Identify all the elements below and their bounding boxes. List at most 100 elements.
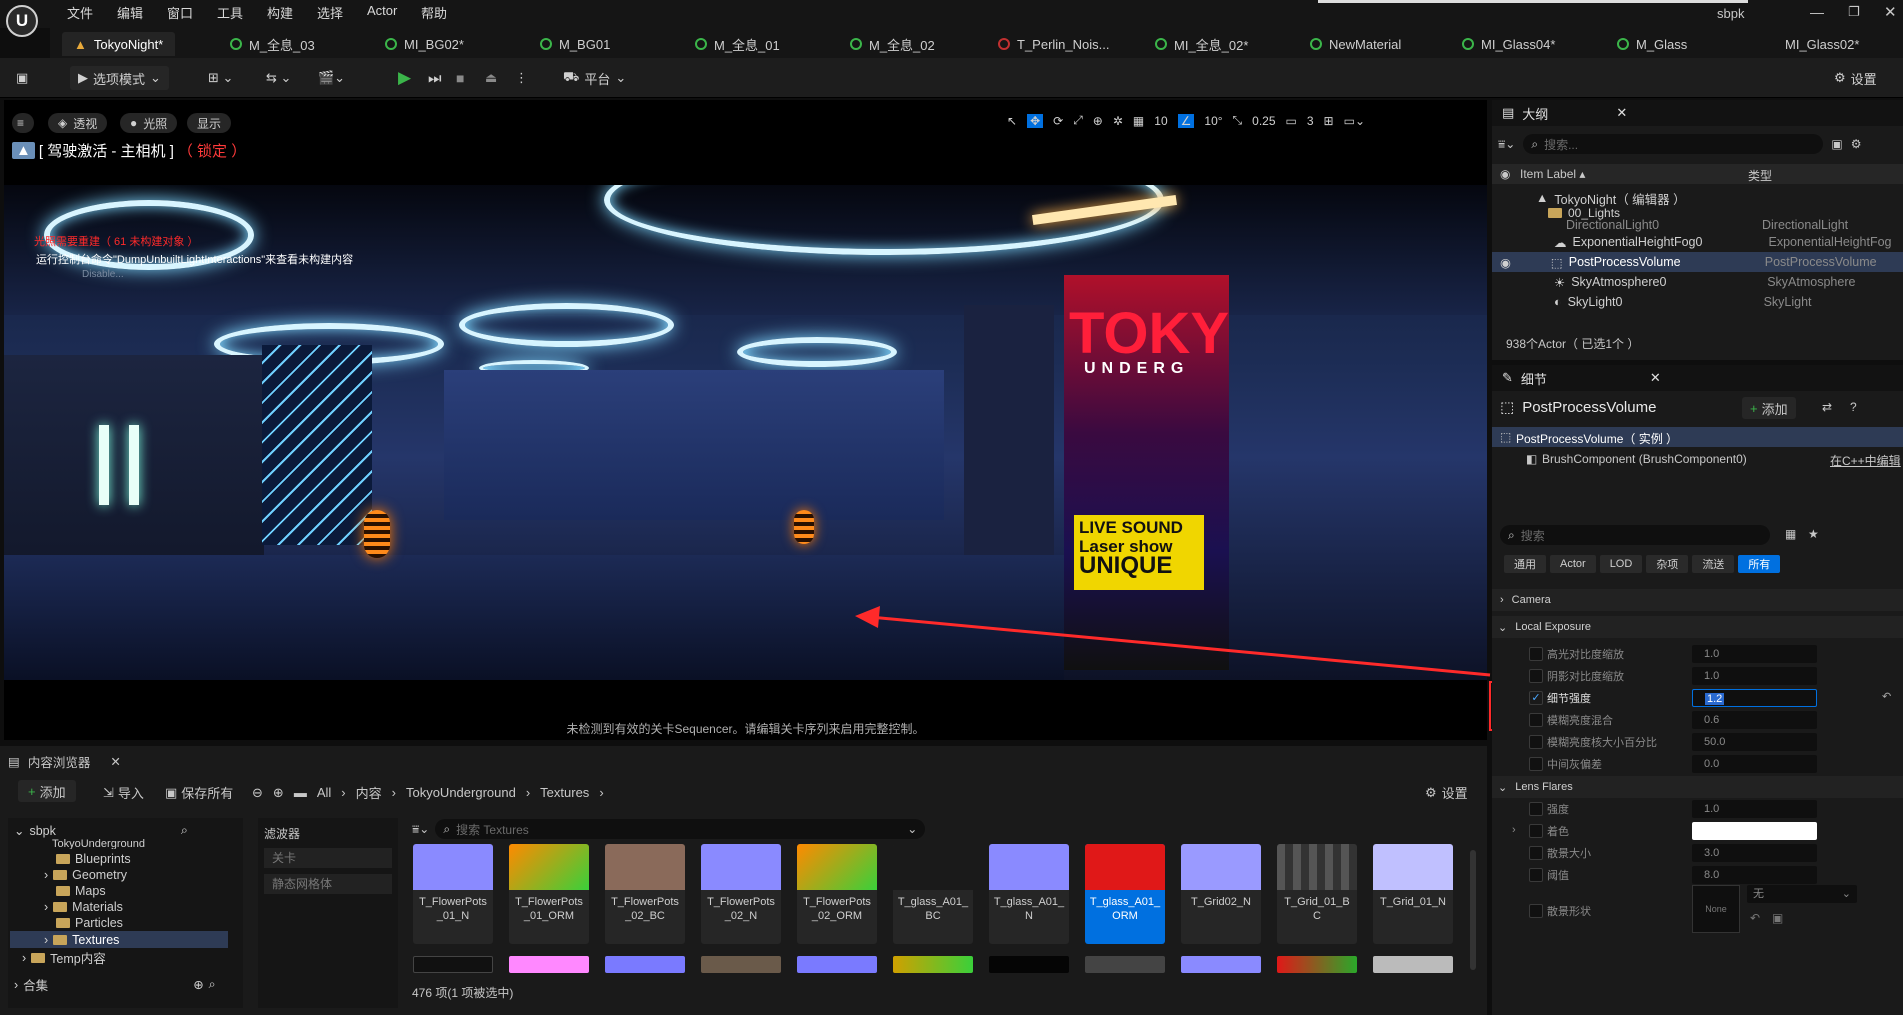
grid-value[interactable]: 10 bbox=[1154, 114, 1167, 128]
filter-tab-actor[interactable]: Actor bbox=[1550, 555, 1596, 573]
tab-material[interactable]: MI_BG02* bbox=[385, 32, 464, 56]
move-tool-icon[interactable]: ✥ bbox=[1027, 113, 1044, 128]
asset-tile[interactable] bbox=[605, 956, 685, 973]
asset-tile[interactable] bbox=[797, 956, 877, 973]
filter-tab-lod[interactable]: LOD bbox=[1599, 555, 1643, 573]
unreal-logo-icon[interactable]: U bbox=[6, 5, 38, 37]
back-icon[interactable]: ⊖ bbox=[252, 785, 263, 801]
chevron-right-icon[interactable]: › bbox=[1512, 824, 1516, 836]
scale-value[interactable]: 0.25 bbox=[1252, 114, 1275, 128]
menu-window[interactable]: 窗口 bbox=[167, 3, 193, 22]
asset-tile[interactable] bbox=[413, 956, 493, 973]
filter-tab-all[interactable]: 所有 bbox=[1738, 555, 1781, 573]
tab-material[interactable]: MI_Glass04* bbox=[1462, 32, 1555, 56]
override-checkbox[interactable] bbox=[1529, 735, 1543, 749]
hamburger-icon[interactable]: ≡ bbox=[12, 113, 34, 133]
tree-item[interactable]: TokyoUnderground bbox=[52, 839, 145, 849]
grid-snap-icon[interactable]: ▦ bbox=[1133, 114, 1144, 128]
camera-pilot-icon[interactable]: ▲ bbox=[12, 142, 35, 159]
settings-button[interactable]: ⚙ 设置 bbox=[1834, 66, 1877, 90]
override-checkbox[interactable] bbox=[1529, 713, 1543, 727]
asset-tile[interactable]: T_FlowerPots_02_N bbox=[701, 844, 781, 944]
asset-tile-selected[interactable]: T_glass_A01_ORM bbox=[1085, 844, 1165, 944]
asset-tile[interactable]: T_glass_A01_BC bbox=[893, 844, 973, 944]
minimize-icon[interactable]: — bbox=[1810, 4, 1824, 20]
camera-speed-icon[interactable]: ▭ bbox=[1286, 114, 1297, 128]
override-checkbox[interactable] bbox=[1529, 846, 1543, 860]
help-icon[interactable]: ? bbox=[1850, 400, 1857, 414]
asset-tile[interactable] bbox=[509, 956, 589, 973]
close-icon[interactable]: ✕ bbox=[1884, 3, 1897, 21]
reset-icon[interactable]: ↶ bbox=[1882, 690, 1891, 703]
angle-value[interactable]: 10° bbox=[1204, 114, 1222, 128]
property-value-input[interactable]: 1.2 bbox=[1692, 689, 1817, 707]
filter-icon[interactable]: ⩸⌄ bbox=[1498, 137, 1515, 152]
column-item-label[interactable]: Item Label ▴ bbox=[1520, 167, 1585, 181]
tab-material[interactable]: MI_Glass02* bbox=[1785, 32, 1859, 56]
add-folder-icon[interactable]: ▣ bbox=[1831, 137, 1842, 151]
asset-tile[interactable]: T_FlowerPots_02_BC bbox=[605, 844, 685, 944]
property-value[interactable]: 1.0 bbox=[1692, 667, 1817, 685]
property-value[interactable]: 0.6 bbox=[1692, 711, 1817, 729]
override-checkbox[interactable] bbox=[1529, 669, 1543, 683]
snap-surface-icon[interactable]: ✲ bbox=[1113, 114, 1123, 128]
stop-icon[interactable]: ■ bbox=[456, 66, 464, 90]
property-value[interactable]: 1.0 bbox=[1692, 645, 1817, 663]
outliner-root[interactable]: ▲ TokyoNight（ 编辑器 ） bbox=[1492, 188, 1903, 208]
gear-icon[interactable]: ⚙ bbox=[1851, 137, 1862, 151]
texture-dropdown[interactable]: 无 ⌄ bbox=[1747, 885, 1857, 903]
tab-material[interactable]: M_全息_01 bbox=[695, 32, 780, 56]
breadcrumb-item[interactable]: 内容 bbox=[356, 783, 382, 802]
asset-tile[interactable]: T_glass_A01_N bbox=[989, 844, 1069, 944]
tab-material[interactable]: MI_全息_02* bbox=[1155, 32, 1248, 56]
asset-tile[interactable] bbox=[1181, 956, 1261, 973]
grid-view-icon[interactable]: ▦ bbox=[1785, 527, 1796, 541]
asset-tile[interactable]: T_Grid_01_BC bbox=[1277, 844, 1357, 944]
search-icon[interactable]: ⌕ bbox=[209, 977, 216, 992]
maximize-viewport-icon[interactable]: ⊞ bbox=[1324, 114, 1334, 128]
filter-tab-misc[interactable]: 杂项 bbox=[1646, 555, 1689, 573]
property-value[interactable]: 8.0 bbox=[1692, 866, 1817, 884]
eject-icon[interactable]: ⏏ bbox=[485, 66, 497, 90]
asset-tile[interactable] bbox=[701, 956, 781, 973]
scale-tool-icon[interactable]: ⤢ bbox=[1073, 113, 1083, 128]
tree-item[interactable]: › Geometry bbox=[44, 868, 127, 882]
section-lens-flares[interactable]: ⌄ Lens Flares bbox=[1492, 776, 1903, 798]
tab-material[interactable]: NewMaterial bbox=[1310, 32, 1401, 56]
property-value[interactable]: 1.0 bbox=[1692, 800, 1817, 818]
angle-snap-icon[interactable]: ∠ bbox=[1177, 113, 1195, 128]
override-checkbox[interactable] bbox=[1529, 868, 1543, 882]
forward-icon[interactable]: ⊕ bbox=[273, 785, 284, 801]
section-camera[interactable]: › Camera bbox=[1492, 589, 1903, 611]
tab-material[interactable]: M_全息_02 bbox=[850, 32, 935, 56]
outliner-item-selected[interactable]: ◉ ⬚ PostProcessVolume PostProcessVolume bbox=[1492, 252, 1903, 272]
lit-button[interactable]: ● 光照 bbox=[120, 113, 178, 133]
add-collection-icon[interactable]: ⊕ bbox=[193, 977, 203, 992]
asset-tile[interactable]: T_FlowerPots_01_N bbox=[413, 844, 493, 944]
override-checkbox[interactable] bbox=[1529, 904, 1543, 918]
texture-thumbnail[interactable]: None bbox=[1692, 885, 1740, 933]
breadcrumb-item[interactable]: Textures bbox=[540, 785, 589, 800]
tree-item-selected[interactable]: › Textures bbox=[10, 931, 228, 948]
tree-item[interactable]: Particles bbox=[56, 916, 123, 930]
component-row[interactable]: ◧ BrushComponent (BrushComponent0) 在C++中编辑 bbox=[1492, 449, 1903, 469]
maximize-icon[interactable]: ❐ bbox=[1848, 4, 1860, 20]
column-type[interactable]: 类型 bbox=[1748, 167, 1772, 184]
platform-menu[interactable]: ⛟ 平台 ⌄ bbox=[563, 66, 626, 90]
show-button[interactable]: 显示 bbox=[187, 113, 232, 133]
blueprint-icon[interactable]: ⇆ ⌄ bbox=[266, 66, 291, 90]
star-icon[interactable]: ★ bbox=[1808, 527, 1819, 541]
rotate-tool-icon[interactable]: ⟳ bbox=[1053, 114, 1063, 128]
property-value[interactable]: 3.0 bbox=[1692, 844, 1817, 862]
menu-build[interactable]: 构建 bbox=[267, 3, 293, 22]
play-icon[interactable]: ▶ bbox=[398, 66, 411, 90]
add-content-icon[interactable]: ⊞ ⌄ bbox=[208, 66, 233, 90]
level-viewport[interactable]: ≡ ◈ 透视 ● 光照 显示 ↖ ✥ ⟳ ⤢ ⊕ ✲ ▦ 10 ∠ 10° ⤡ 0.25 … bbox=[4, 100, 1487, 740]
tab-material[interactable]: M_BG01 bbox=[540, 32, 610, 56]
tree-item[interactable]: Blueprints bbox=[56, 852, 131, 866]
outliner-item[interactable]: ☁ ExponentialHeightFog0 ExponentialHeightF… bbox=[1492, 232, 1903, 252]
mode-selector[interactable]: ▶ 选项模式 ⌄ bbox=[70, 66, 169, 90]
browse-asset-icon[interactable]: ▣ bbox=[1772, 911, 1783, 925]
menu-file[interactable]: 文件 bbox=[67, 3, 93, 22]
search-icon[interactable]: ⌕ bbox=[181, 823, 188, 838]
